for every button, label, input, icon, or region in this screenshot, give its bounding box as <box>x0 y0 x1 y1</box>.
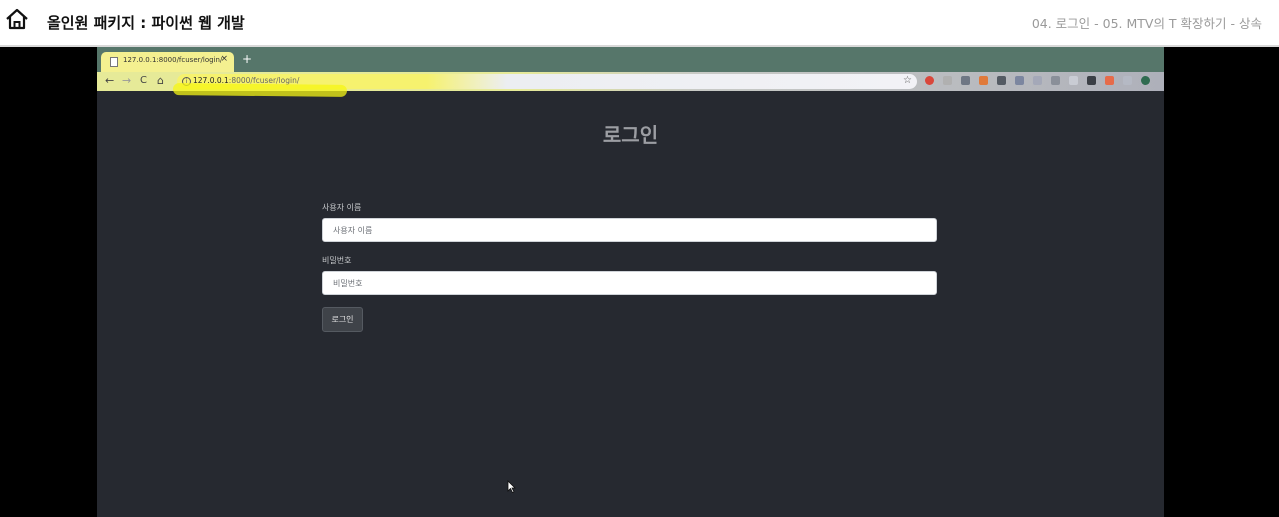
browser-tab-strip: 127.0.0.1:8000/fcuser/login/ × + <box>97 47 1164 72</box>
new-tab-button[interactable]: + <box>242 53 252 65</box>
home-icon[interactable] <box>5 8 29 30</box>
bookmark-star-icon[interactable]: ☆ <box>903 75 912 86</box>
video-frame[interactable]: 127.0.0.1:8000/fcuser/login/ × + ← → C ⌂… <box>97 47 1164 517</box>
lecture-title: 04. 로그인 - 05. MTV의 T 확장하기 - 상속 <box>1031 16 1262 31</box>
browser-extension-icon[interactable] <box>925 76 934 85</box>
username-label: 사용자 이름 <box>322 203 362 212</box>
browser-extension-icon[interactable] <box>997 76 1006 85</box>
browser-extension-icon[interactable] <box>1087 76 1096 85</box>
back-icon[interactable]: ← <box>105 75 114 87</box>
login-button[interactable]: 로그인 <box>322 307 363 332</box>
highlighter-annotation <box>172 83 348 97</box>
course-header: 올인원 패키지 : 파이썬 웹 개발 04. 로그인 - 05. MTV의 T … <box>0 0 1279 47</box>
browser-extension-icon[interactable] <box>1051 76 1060 85</box>
close-tab-icon[interactable]: × <box>220 54 228 64</box>
page-icon <box>110 57 118 67</box>
password-label: 비밀번호 <box>322 256 352 265</box>
mouse-cursor-icon <box>507 480 516 493</box>
browser-extension-icon[interactable] <box>1141 76 1150 85</box>
reload-icon[interactable]: C <box>140 75 147 87</box>
browser-tab[interactable]: 127.0.0.1:8000/fcuser/login/ × <box>101 52 234 72</box>
browser-extension-icon[interactable] <box>1105 76 1114 85</box>
page-title: 로그인 <box>602 123 659 147</box>
home-button-icon[interactable]: ⌂ <box>157 75 164 87</box>
username-input[interactable] <box>322 218 937 242</box>
tab-title: 127.0.0.1:8000/fcuser/login/ <box>123 56 223 64</box>
course-title: 올인원 패키지 : 파이썬 웹 개발 <box>47 14 245 32</box>
browser-extension-icon[interactable] <box>1069 76 1078 85</box>
browser-extension-icon[interactable] <box>943 76 952 85</box>
browser-extension-icon[interactable] <box>1033 76 1042 85</box>
forward-icon[interactable]: → <box>122 75 131 87</box>
browser-extension-icon[interactable] <box>1015 76 1024 85</box>
browser-extension-icon[interactable] <box>979 76 988 85</box>
browser-extension-icon[interactable] <box>961 76 970 85</box>
browser-extension-icon[interactable] <box>1123 76 1132 85</box>
password-input[interactable] <box>322 271 937 295</box>
